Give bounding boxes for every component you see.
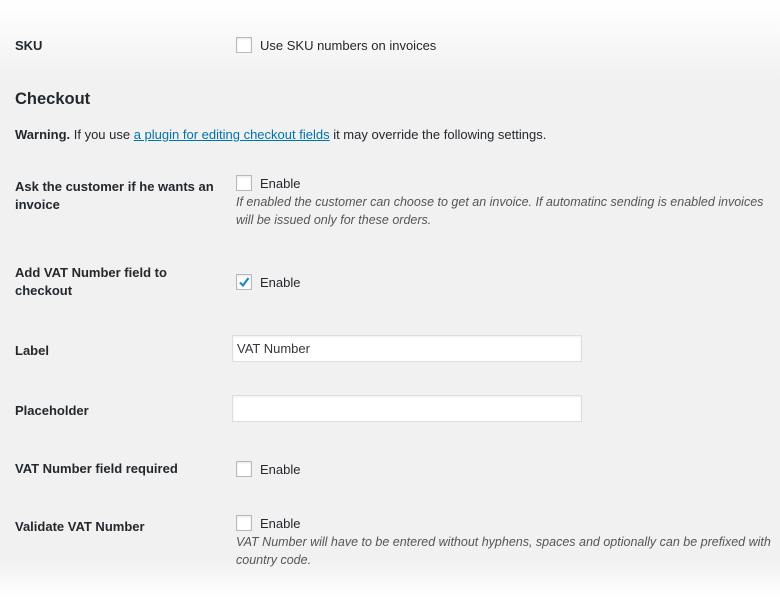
vat-label-input[interactable] <box>232 335 582 362</box>
section-heading-checkout: Checkout <box>15 90 91 108</box>
warning-after: it may override the following settings. <box>329 127 547 142</box>
validate-vat-label: Validate VAT Number <box>15 519 145 534</box>
ask-invoice-checkbox-label: Enable <box>260 175 301 191</box>
validate-vat-checkbox-label: Enable <box>260 515 301 531</box>
ask-invoice-checkbox[interactable] <box>236 175 252 191</box>
warning-text: Warning. If you use a plugin for editing… <box>15 127 546 142</box>
sku-checkbox-label: Use SKU numbers on invoices <box>260 37 437 53</box>
add-vat-checkbox[interactable] <box>236 274 252 290</box>
vat-label-label: Label <box>15 343 49 358</box>
add-vat-checkbox-label: Enable <box>260 274 301 290</box>
add-vat-label: Add VAT Number field to checkout <box>15 265 167 298</box>
placeholder-input[interactable] <box>232 395 582 422</box>
warning-before: If you use <box>70 127 134 142</box>
ask-invoice-option[interactable]: Enable <box>236 175 300 191</box>
checkmark-icon <box>239 277 250 288</box>
vat-required-checkbox-label: Enable <box>260 461 301 477</box>
placeholder-label: Placeholder <box>15 403 89 418</box>
vat-required-checkbox[interactable] <box>236 461 252 477</box>
validate-vat-description: VAT Number will have to be entered witho… <box>236 535 771 567</box>
ask-invoice-label: Ask the customer if he wants an invoice <box>15 179 214 212</box>
add-vat-option[interactable]: Enable <box>236 274 300 290</box>
validate-vat-option[interactable]: Enable <box>236 515 300 531</box>
warning-strong: Warning. <box>15 127 71 142</box>
ask-invoice-description: If enabled the customer can choose to ge… <box>236 195 764 227</box>
vat-required-option[interactable]: Enable <box>236 461 300 477</box>
sku-option[interactable]: Use SKU numbers on invoices <box>236 37 436 53</box>
sku-label: SKU <box>15 38 43 53</box>
validate-vat-checkbox[interactable] <box>236 515 252 531</box>
vat-required-label: VAT Number field required <box>15 461 178 476</box>
checkout-fields-plugin-link[interactable]: a plugin for editing checkout fields <box>134 127 330 142</box>
sku-checkbox[interactable] <box>236 37 252 53</box>
